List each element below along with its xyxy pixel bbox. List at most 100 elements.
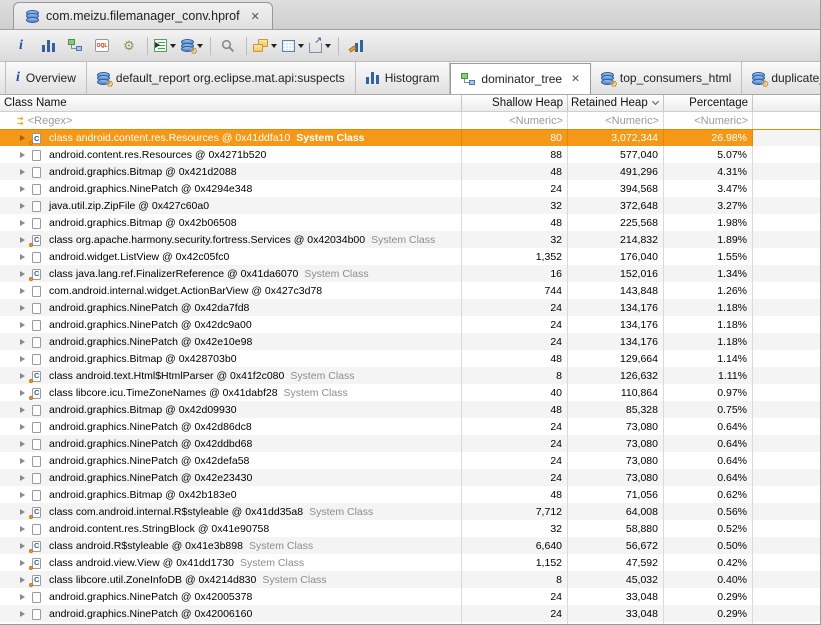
table-row[interactable]: android.graphics.NinePatch @ 0x4294e348 … bbox=[0, 180, 821, 197]
table-row[interactable]: C class org.apache.harmony.security.fort… bbox=[0, 231, 821, 248]
expand-arrow-icon[interactable] bbox=[20, 458, 25, 464]
oql-button[interactable]: OQL bbox=[91, 34, 113, 58]
dominator-tree-button[interactable] bbox=[64, 34, 86, 58]
query-browser-button[interactable] bbox=[154, 34, 176, 58]
regex-filter[interactable]: ⇥⇥ <Regex> bbox=[0, 112, 462, 129]
calculator-button[interactable] bbox=[282, 34, 304, 58]
table-row[interactable]: C class libcore.icu.TimeZoneNames @ 0x41… bbox=[0, 384, 821, 401]
column-header-shallow-heap[interactable]: Shallow Heap bbox=[462, 95, 568, 111]
table-row[interactable]: android.graphics.NinePatch @ 0x42ddbd68 … bbox=[0, 435, 821, 452]
expand-arrow-icon[interactable] bbox=[20, 169, 25, 175]
table-row[interactable]: android.content.res.StringBlock @ 0x41e9… bbox=[0, 520, 821, 537]
table-row[interactable]: android.graphics.NinePatch @ 0x42e23430 … bbox=[0, 469, 821, 486]
expand-arrow-icon[interactable] bbox=[20, 509, 25, 515]
expand-arrow-icon[interactable] bbox=[20, 594, 25, 600]
object-icon bbox=[31, 217, 42, 229]
histogram-button[interactable] bbox=[37, 34, 59, 58]
expand-arrow-icon[interactable] bbox=[20, 390, 25, 396]
table-row[interactable]: android.graphics.NinePatch @ 0x42dc9a00 … bbox=[0, 316, 821, 333]
table-row[interactable]: android.content.res.Resources @ 0x4271b5… bbox=[0, 146, 821, 163]
numeric-filter-percentage[interactable]: <Numeric> bbox=[664, 112, 753, 129]
tab-dominator-tree[interactable]: dominator_tree ✕ bbox=[450, 63, 591, 94]
expand-arrow-icon[interactable] bbox=[20, 492, 25, 498]
compare-button[interactable] bbox=[345, 34, 367, 58]
dropdown-caret-icon[interactable] bbox=[271, 44, 277, 48]
expand-arrow-icon[interactable] bbox=[20, 237, 25, 243]
table-row[interactable]: C class libcore.util.ZoneInfoDB @ 0x4214… bbox=[0, 571, 821, 588]
expand-arrow-icon[interactable] bbox=[20, 441, 25, 447]
tab-default-report[interactable]: ⚙ default_report org.eclipse.mat.api:sus… bbox=[87, 62, 356, 94]
tab-top-consumers-html[interactable]: ⚙ top_consumers_html bbox=[591, 62, 742, 94]
expand-arrow-icon[interactable] bbox=[20, 288, 25, 294]
table-row[interactable]: C class com.android.internal.R$styleable… bbox=[0, 503, 821, 520]
table-row[interactable]: android.graphics.Bitmap @ 0x42b183e0 48 … bbox=[0, 486, 821, 503]
dropdown-caret-icon[interactable] bbox=[325, 44, 331, 48]
table-row[interactable]: android.graphics.Bitmap @ 0x42b06508 48 … bbox=[0, 214, 821, 231]
table-row[interactable]: android.graphics.NinePatch @ 0x42006160 … bbox=[0, 605, 821, 622]
retained-heap-value: 33,048 bbox=[568, 605, 664, 622]
table-row[interactable]: C class android.content.res.Resources @ … bbox=[0, 129, 821, 146]
expand-arrow-icon[interactable] bbox=[20, 322, 25, 328]
shallow-heap-value: 32 bbox=[462, 231, 568, 248]
expand-arrow-icon[interactable] bbox=[20, 254, 25, 260]
class-icon: C bbox=[31, 540, 42, 552]
expand-arrow-icon[interactable] bbox=[20, 356, 25, 362]
export-button[interactable]: ↗ bbox=[309, 34, 331, 58]
percentage-value: 1.89% bbox=[664, 231, 753, 248]
expand-arrow-icon[interactable] bbox=[20, 373, 25, 379]
close-icon[interactable]: ✕ bbox=[251, 10, 260, 23]
column-header-retained-heap[interactable]: Retained Heap bbox=[568, 95, 664, 111]
expand-arrow-icon[interactable] bbox=[20, 271, 25, 277]
expand-arrow-icon[interactable] bbox=[20, 577, 25, 583]
run-report-button[interactable]: ⚙ bbox=[181, 34, 203, 58]
numeric-filter-retained[interactable]: <Numeric> bbox=[568, 112, 664, 129]
dropdown-caret-icon[interactable] bbox=[170, 44, 176, 48]
expand-arrow-icon[interactable] bbox=[20, 526, 25, 532]
expand-arrow-icon[interactable] bbox=[20, 305, 25, 311]
dominator-tree-icon bbox=[461, 73, 475, 86]
table-row[interactable]: android.graphics.Bitmap @ 0x42d09930 48 … bbox=[0, 401, 821, 418]
table-row[interactable]: android.graphics.NinePatch @ 0x42da7fd8 … bbox=[0, 299, 821, 316]
expand-arrow-icon[interactable] bbox=[20, 203, 25, 209]
table-row[interactable]: android.graphics.NinePatch @ 0x42e10e98 … bbox=[0, 333, 821, 350]
expand-arrow-icon[interactable] bbox=[20, 475, 25, 481]
expand-arrow-icon[interactable] bbox=[20, 611, 25, 617]
grouping-button[interactable] bbox=[253, 34, 277, 58]
tab-histogram[interactable]: Histogram bbox=[356, 62, 451, 94]
expand-arrow-icon[interactable] bbox=[20, 424, 25, 430]
table-row[interactable]: android.graphics.Bitmap @ 0x421d2088 48 … bbox=[0, 163, 821, 180]
search-button[interactable] bbox=[217, 34, 239, 58]
expert-system-button[interactable]: ⚙ bbox=[118, 34, 140, 58]
numeric-filter-shallow[interactable]: <Numeric> bbox=[462, 112, 568, 129]
dropdown-caret-icon[interactable] bbox=[298, 44, 304, 48]
table-row[interactable]: android.widget.ListView @ 0x42c05fc0 1,3… bbox=[0, 248, 821, 265]
table-row[interactable]: android.graphics.NinePatch @ 0x42d86dc8 … bbox=[0, 418, 821, 435]
compare-tables-icon bbox=[349, 40, 363, 52]
column-header-class-name[interactable]: Class Name bbox=[0, 95, 462, 111]
info-button[interactable]: i bbox=[10, 34, 32, 58]
close-icon[interactable]: ✕ bbox=[571, 73, 580, 85]
expand-arrow-icon[interactable] bbox=[20, 560, 25, 566]
expand-arrow-icon[interactable] bbox=[20, 220, 25, 226]
table-row[interactable]: C class java.lang.ref.FinalizerReference… bbox=[0, 265, 821, 282]
expand-arrow-icon[interactable] bbox=[20, 186, 25, 192]
expand-arrow-icon[interactable] bbox=[20, 135, 25, 141]
table-row[interactable]: android.graphics.Bitmap @ 0x428703b0 48 … bbox=[0, 350, 821, 367]
table-row[interactable]: java.util.zip.ZipFile @ 0x427c60a0 32 37… bbox=[0, 197, 821, 214]
table-row[interactable]: com.android.internal.widget.ActionBarVie… bbox=[0, 282, 821, 299]
tab-overview[interactable]: i Overview bbox=[5, 62, 87, 94]
search-icon bbox=[221, 39, 235, 53]
expand-arrow-icon[interactable] bbox=[20, 543, 25, 549]
editor-tab-hprof[interactable]: com.meizu.filemanager_conv.hprof ✕ bbox=[13, 2, 273, 29]
table-row[interactable]: android.graphics.NinePatch @ 0x42defa58 … bbox=[0, 452, 821, 469]
column-header-percentage[interactable]: Percentage bbox=[664, 95, 753, 111]
expand-arrow-icon[interactable] bbox=[20, 407, 25, 413]
table-row[interactable]: C class android.R$styleable @ 0x41e3b898… bbox=[0, 537, 821, 554]
expand-arrow-icon[interactable] bbox=[20, 339, 25, 345]
tab-duplicate-classes[interactable]: ⚙ duplicate_classes bbox=[742, 62, 821, 94]
expand-arrow-icon[interactable] bbox=[20, 152, 25, 158]
table-row[interactable]: android.graphics.NinePatch @ 0x42005378 … bbox=[0, 588, 821, 605]
table-row[interactable]: C class android.view.View @ 0x41dd1730 S… bbox=[0, 554, 821, 571]
object-icon bbox=[31, 336, 42, 348]
table-row[interactable]: C class android.text.Html$HtmlParser @ 0… bbox=[0, 367, 821, 384]
